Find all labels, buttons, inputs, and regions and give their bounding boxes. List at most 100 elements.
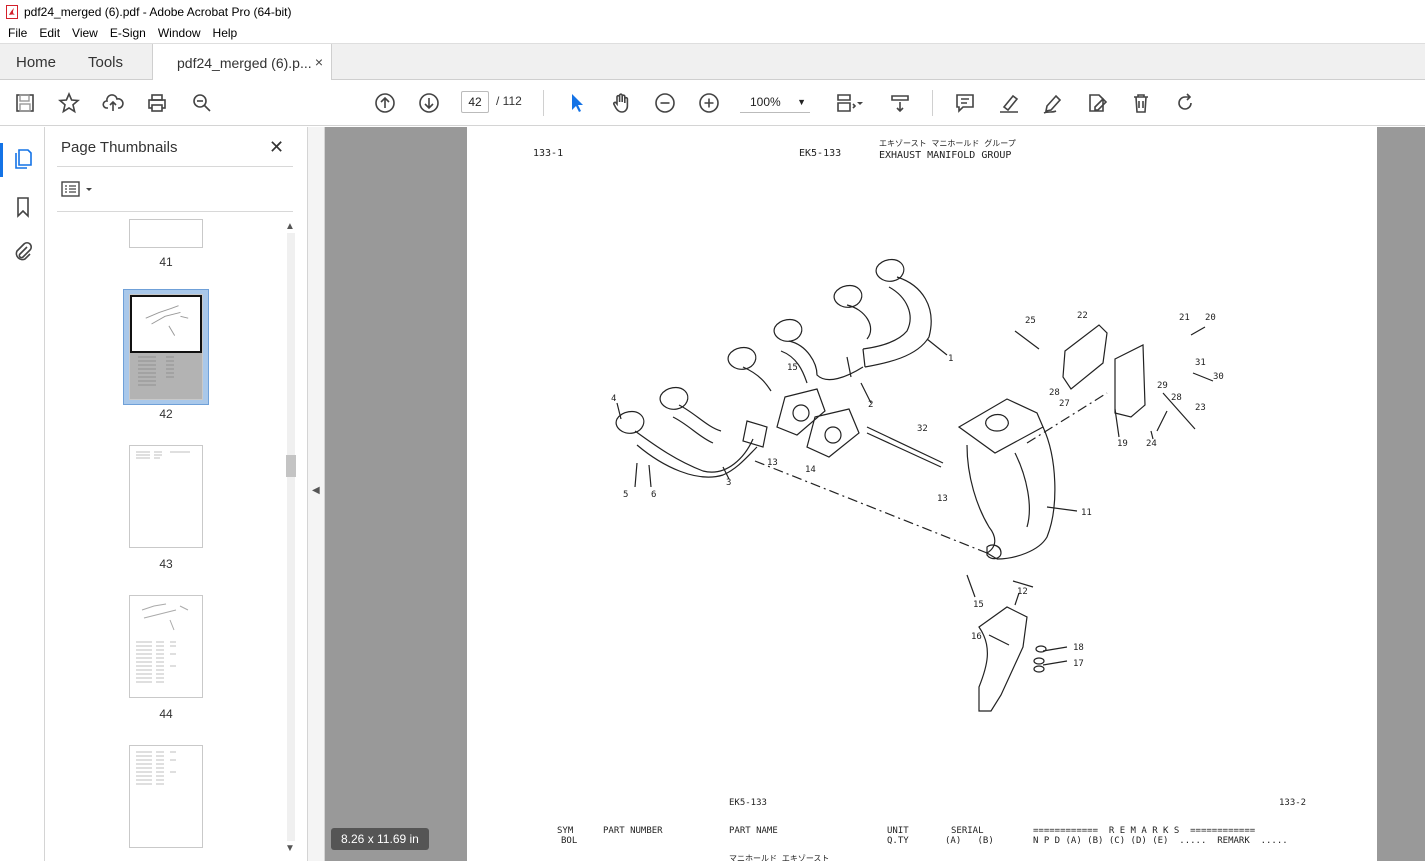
fit-page-dropdown-icon[interactable] — [855, 91, 865, 115]
menu-file[interactable]: File — [2, 26, 33, 40]
toolbar-divider — [543, 90, 544, 116]
thumbnail-page-42[interactable] — [129, 294, 203, 400]
table-header-unit: UNIT — [887, 826, 909, 836]
hand-icon[interactable] — [609, 91, 633, 115]
table-header-remarks-columns: N P D (A) (B) (C) (D) (E) ..... REMARK .… — [1033, 836, 1288, 846]
svg-text:15: 15 — [787, 363, 798, 373]
svg-text:20: 20 — [1205, 313, 1216, 323]
thumbnail-content — [136, 603, 189, 683]
menu-window[interactable]: Window — [152, 26, 207, 40]
svg-text:19: 19 — [1117, 439, 1128, 449]
select-arrow-icon[interactable] — [565, 91, 589, 115]
scroll-mode-icon[interactable] — [888, 91, 912, 115]
table-header-serial-columns: (A) (B) — [945, 836, 994, 846]
thumbnail-page-45[interactable] — [129, 745, 203, 848]
rotate-icon[interactable] — [1173, 91, 1197, 115]
menu-esign[interactable]: E-Sign — [104, 26, 152, 40]
page-number-input[interactable]: 42 — [461, 91, 489, 113]
page-up-icon[interactable] — [373, 91, 397, 115]
page-down-icon[interactable] — [417, 91, 441, 115]
attachment-icon[interactable] — [11, 240, 35, 264]
close-tab-icon[interactable]: × — [315, 54, 323, 70]
close-panel-icon[interactable]: ✕ — [269, 137, 284, 158]
thumbnail-label: 41 — [159, 255, 173, 269]
comment-icon[interactable] — [953, 91, 977, 115]
zoom-search-icon[interactable] — [190, 91, 214, 115]
panel-divider — [57, 211, 293, 212]
thumbnail-scrollbar[interactable]: ▲ ▼ — [283, 219, 299, 859]
fit-page-icon[interactable] — [833, 91, 857, 115]
page-size-badge: 8.26 x 11.69 in — [331, 828, 429, 850]
menu-edit[interactable]: Edit — [33, 26, 66, 40]
window-title: pdf24_merged (6).pdf - Adobe Acrobat Pro… — [24, 4, 292, 19]
acrobat-logo-icon — [6, 4, 18, 19]
table-header-bol: BOL — [561, 836, 578, 846]
bookmark-star-icon[interactable] — [57, 91, 81, 115]
svg-text:15: 15 — [973, 600, 984, 610]
panel-title: Page Thumbnails — [61, 139, 178, 156]
thumbnail-label: 42 — [159, 407, 173, 421]
title-bar: pdf24_merged (6).pdf - Adobe Acrobat Pro… — [0, 0, 1425, 23]
draw-icon[interactable] — [1041, 91, 1065, 115]
svg-text:17: 17 — [1073, 659, 1084, 669]
scroll-up-icon[interactable]: ▲ — [285, 221, 295, 232]
upload-icon[interactable] — [101, 91, 125, 115]
table-header-sym: SYM — [557, 826, 574, 836]
pdf-page: 133-1 EK5-133 エキゾースト マニホールド グループ EXHAUST… — [467, 127, 1377, 861]
thumbnail-offscreen-area — [130, 353, 202, 399]
print-icon[interactable] — [145, 91, 169, 115]
svg-text:24: 24 — [1146, 439, 1157, 449]
menu-view[interactable]: View — [66, 26, 104, 40]
tab-bar: Home Tools pdf24_merged (6).p... × — [0, 43, 1425, 81]
svg-text:32: 32 — [917, 424, 928, 434]
svg-text:16: 16 — [971, 632, 982, 642]
thumbnail-drawing — [145, 305, 189, 336]
tab-home[interactable]: Home — [16, 44, 56, 80]
menu-help[interactable]: Help — [207, 26, 244, 40]
svg-text:25: 25 — [1025, 316, 1036, 326]
highlight-icon[interactable] — [997, 91, 1021, 115]
edit-icon[interactable] — [1085, 91, 1109, 115]
menu-bar: File Edit View E-Sign Window Help — [0, 23, 1425, 43]
table-header-part-name: PART NAME — [729, 826, 778, 836]
scrollbar-thumb[interactable] — [286, 455, 296, 477]
thumbnail-page-41[interactable] — [129, 219, 203, 248]
svg-text:21: 21 — [1179, 313, 1190, 323]
tab-tools[interactable]: Tools — [88, 44, 123, 80]
svg-text:14: 14 — [805, 465, 816, 475]
rail-active-indicator — [0, 143, 3, 177]
zoom-out-icon[interactable] — [653, 91, 677, 115]
page-thumbnails-icon[interactable] — [11, 147, 35, 171]
tab-document[interactable]: pdf24_merged (6).p... × — [152, 44, 332, 81]
panel-collapse-strip[interactable]: ◀ — [308, 127, 325, 861]
svg-text:4: 4 — [611, 394, 616, 404]
zoom-in-icon[interactable] — [697, 91, 721, 115]
thumbnail-page-43[interactable] — [129, 445, 203, 548]
delete-icon[interactable] — [1129, 91, 1153, 115]
panel-divider — [57, 166, 293, 167]
table-first-row-name: マニホールド エキゾースト — [729, 854, 830, 861]
thumbnail-options-button[interactable] — [61, 179, 101, 201]
table-header-remarks: ============ R E M A R K S ============ — [1033, 826, 1256, 836]
bookmark-icon[interactable] — [11, 195, 35, 219]
thumbnail-page-44[interactable] — [129, 595, 203, 698]
save-icon[interactable] — [13, 91, 37, 115]
scroll-down-icon[interactable]: ▼ — [285, 843, 295, 854]
svg-text:1: 1 — [948, 354, 953, 364]
svg-text:2: 2 — [868, 400, 873, 410]
svg-text:11: 11 — [1081, 508, 1092, 518]
thumbnail-table — [138, 356, 174, 386]
svg-text:28: 28 — [1171, 393, 1182, 403]
zoom-select[interactable]: 100% ▼ — [740, 91, 810, 113]
collapse-left-icon[interactable]: ◀ — [312, 485, 320, 496]
svg-text:31: 31 — [1195, 358, 1206, 368]
svg-text:30: 30 — [1213, 372, 1224, 382]
svg-text:29: 29 — [1157, 381, 1168, 391]
thumbnail-content — [136, 451, 190, 459]
chevron-down-icon: ▼ — [797, 97, 806, 107]
table-header-qty: Q.TY — [887, 836, 909, 846]
document-viewer[interactable]: 133-1 EK5-133 エキゾースト マニホールド グループ EXHAUST… — [325, 127, 1425, 861]
svg-text:22: 22 — [1077, 311, 1088, 321]
svg-text:28: 28 — [1049, 388, 1060, 398]
svg-text:18: 18 — [1073, 643, 1084, 653]
